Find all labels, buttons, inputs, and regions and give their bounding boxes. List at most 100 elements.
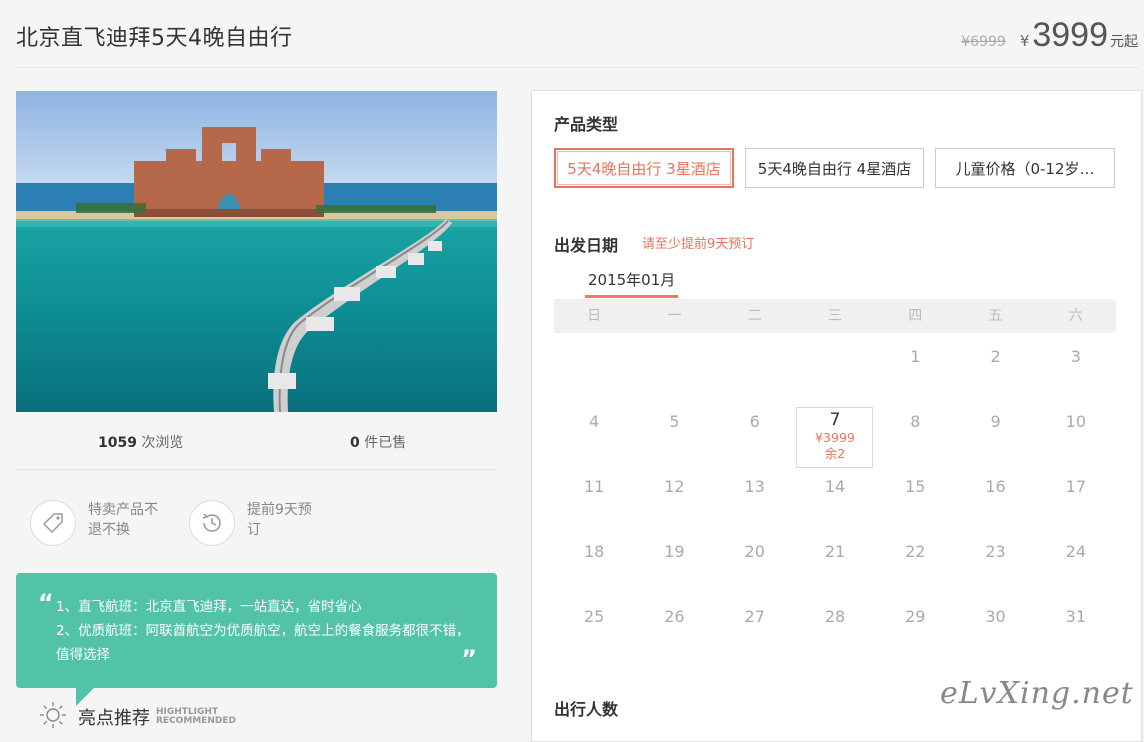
tag-icon: [30, 500, 76, 546]
calendar-day: 10: [1036, 398, 1116, 463]
calendar-empty-cell: [634, 333, 714, 398]
month-tab[interactable]: 2015年01月: [588, 269, 675, 290]
stats-divider: [16, 469, 497, 470]
calendar-empty-cell: [715, 333, 795, 398]
day-number: 11: [583, 477, 605, 496]
day-number: 15: [905, 477, 926, 496]
sold-label: 件已售: [364, 435, 407, 451]
date-section-title: 出发日期: [554, 236, 619, 255]
feature-text: 特卖产品不退不换: [88, 502, 158, 538]
calendar: 日 一 二 三 四 五 六 1 2 3 4 5 6 7 ¥3999 余2 8 9 10 11 12 13 14…: [554, 299, 1116, 658]
day-number: 13: [744, 477, 765, 496]
calendar-grid: 1 2 3 4 5 6 7 ¥3999 余2 8 9 10 11 12 13 14 15 16 17 18 19 20 21…: [554, 333, 1116, 658]
day-number: 29: [905, 607, 926, 626]
highlight-title-text: 亮点推荐: [78, 708, 150, 729]
calendar-day: 17: [1036, 463, 1116, 528]
calendar-day: 21: [795, 528, 875, 593]
calendar-day: 30: [955, 593, 1035, 658]
day-number: 16: [985, 477, 1006, 496]
calendar-empty-cell: [554, 333, 634, 398]
calendar-empty-cell: [795, 333, 875, 398]
calendar-day: 27: [715, 593, 795, 658]
views-stat: 1059 次浏览: [98, 432, 183, 452]
sun-icon: [38, 700, 68, 734]
weekday-label: 二: [747, 308, 762, 324]
highlight-subtitle-line: RECOMMENDED: [156, 716, 237, 726]
weekday-label: 一: [667, 308, 682, 324]
highlight-subtitle: HIGHTLIGHT RECOMMENDED: [156, 708, 236, 726]
day-number: 6: [749, 412, 760, 431]
day-number: 28: [824, 607, 846, 626]
calendar-day: 16: [955, 463, 1035, 528]
views-label: 次浏览: [141, 435, 184, 451]
day-number: 22: [905, 542, 926, 561]
day-number: 30: [985, 607, 1006, 626]
weekday-label: 五: [988, 308, 1003, 324]
day-number: 19: [664, 542, 685, 561]
calendar-day: 6: [715, 398, 795, 463]
calendar-day: 19: [634, 528, 714, 593]
calendar-day: 13: [715, 463, 795, 528]
highlight-title: 亮点推荐 HIGHTLIGHT RECOMMENDED: [38, 700, 236, 734]
day-number: 3: [1070, 347, 1081, 366]
calendar-day: 1: [875, 333, 955, 398]
original-price: ¥6999: [961, 34, 1006, 50]
travelers-section-title: 出行人数: [554, 700, 619, 719]
open-quote-icon: “: [38, 589, 54, 617]
header-divider: [16, 67, 1138, 68]
day-number: 25: [583, 607, 605, 626]
calendar-day: 28: [795, 593, 875, 658]
calendar-day: 20: [715, 528, 795, 593]
calendar-day-available[interactable]: 7 ¥3999 余2: [795, 398, 875, 468]
highlight-line: 1、直飞航班：北京直飞迪拜，一站直达，省时省心: [56, 599, 362, 615]
day-number: 20: [744, 542, 765, 561]
day-number: 17: [1065, 477, 1087, 496]
weekday-label: 日: [587, 308, 602, 324]
calendar-weekdays: 日 一 二 三 四 五 六: [554, 299, 1116, 333]
highlight-line: 2、优质航班：阿联酋航空为优质航空，航空上的餐食服务都很不错，值得选择: [56, 623, 470, 663]
calendar-day: 3: [1036, 333, 1116, 398]
day-number: 26: [664, 607, 685, 626]
day-number: 31: [1065, 607, 1087, 626]
day-number: 4: [589, 412, 600, 431]
day-number: 24: [1065, 542, 1087, 561]
calendar-day: 11: [554, 463, 634, 528]
calendar-day: 4: [554, 398, 634, 463]
calendar-day: 8: [875, 398, 955, 463]
day-number: 23: [985, 542, 1006, 561]
calendar-day: 23: [955, 528, 1035, 593]
day-number: 21: [824, 542, 846, 561]
calendar-day: 15: [875, 463, 955, 528]
day-number: 10: [1065, 412, 1087, 431]
type-option-child[interactable]: 儿童价格（0-12岁…: [935, 148, 1115, 188]
day-number: 2: [990, 347, 1001, 366]
calendar-day: 22: [875, 528, 955, 593]
sold-count: 0: [350, 435, 360, 451]
type-option-3star[interactable]: 5天4晚自由行 3星酒店: [554, 148, 734, 188]
calendar-day: 18: [554, 528, 634, 593]
weekday-label: 三: [827, 308, 842, 324]
feature-text: 提前9天预订: [247, 502, 312, 538]
day-number: 14: [824, 477, 846, 496]
day-number: 9: [990, 412, 1001, 431]
product-stats: 1059 次浏览 0 件已售: [16, 432, 497, 452]
weekday-label: 六: [1068, 308, 1083, 324]
day-number: 12: [664, 477, 685, 496]
calendar-day: 9: [955, 398, 1035, 463]
type-section-title: 产品类型: [554, 115, 619, 134]
product-title: 北京直飞迪拜5天4晚自由行: [16, 26, 293, 51]
weekday-label: 四: [908, 308, 923, 324]
type-option-4star[interactable]: 5天4晚自由行 4星酒店: [745, 148, 924, 188]
month-tab-indicator: [585, 295, 678, 298]
day-number: 1: [910, 347, 921, 366]
clock-icon: [189, 500, 235, 546]
feature-advance-booking: 提前9天预订: [189, 500, 323, 546]
calendar-day: 31: [1036, 593, 1116, 658]
day-number: 18: [583, 542, 605, 561]
product-photo: [16, 91, 497, 412]
calendar-day: 5: [634, 398, 714, 463]
feature-no-refund: 特卖产品不退不换: [30, 500, 164, 546]
price-block: ¥6999 ¥ 3999 元起: [961, 16, 1138, 55]
highlight-box: “ 1、直飞航班：北京直飞迪拜，一站直达，省时省心 2、优质航班：阿联酋航空为优…: [16, 573, 497, 688]
sold-stat: 0 件已售: [350, 432, 406, 452]
